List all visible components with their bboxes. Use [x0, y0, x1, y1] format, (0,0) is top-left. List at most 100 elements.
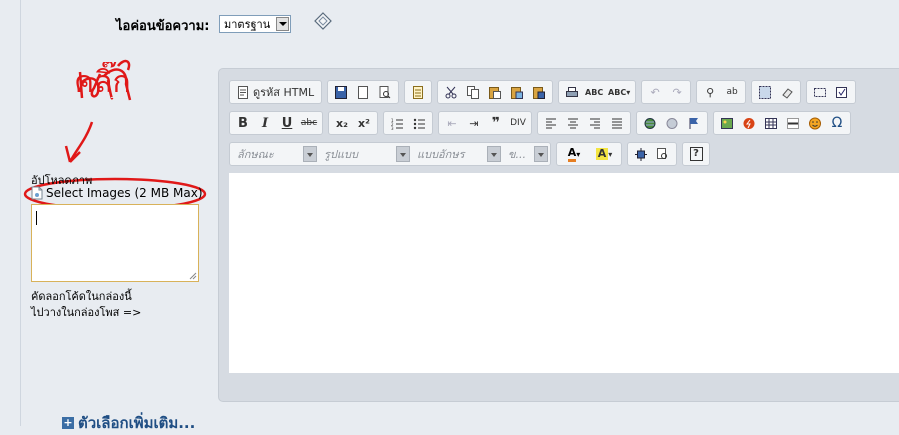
bulleted-list-button[interactable]: [408, 113, 430, 133]
save-button[interactable]: [330, 82, 352, 102]
underline-button[interactable]: U: [276, 113, 298, 133]
size-combo-value: ข...: [505, 145, 534, 163]
flash-icon: [743, 117, 755, 129]
chevron-down-icon[interactable]: [534, 146, 548, 162]
italic-button[interactable]: I: [254, 113, 276, 133]
select-images-label: Select Images (2 MB Max): [46, 186, 203, 200]
undo-icon: ↶: [650, 85, 660, 99]
maximize-button[interactable]: [630, 144, 652, 164]
paste-word-button[interactable]: [528, 82, 550, 102]
unlink-button[interactable]: [661, 113, 683, 133]
div-icon: DIV: [510, 118, 526, 128]
annotation-text-graphic: คลิ๊ก: [74, 62, 131, 100]
cut-button[interactable]: [440, 82, 462, 102]
templates-button[interactable]: [407, 82, 429, 102]
find-icon: ⚲: [706, 85, 715, 99]
post-icon-select[interactable]: มาตรฐาน: [219, 15, 291, 33]
chevron-down-icon[interactable]: [303, 146, 317, 162]
image-button[interactable]: [716, 113, 738, 133]
text-caret: [36, 211, 37, 225]
bold-button[interactable]: B: [232, 113, 254, 133]
size-combo[interactable]: ข...: [505, 144, 548, 164]
resize-grip-icon[interactable]: [189, 272, 197, 280]
indent-icon: ⇥: [469, 116, 479, 130]
form-button[interactable]: [809, 82, 831, 102]
strikethrough-button[interactable]: abc: [298, 113, 320, 133]
redo-button[interactable]: ↷: [666, 82, 688, 102]
flag-icon: [689, 117, 698, 129]
special-char-button[interactable]: Ω: [826, 113, 848, 133]
numbered-list-button[interactable]: 123: [386, 113, 408, 133]
text-color-button[interactable]: A ▾: [559, 144, 589, 164]
undo-button[interactable]: ↶: [644, 82, 666, 102]
select-images-button[interactable]: Select Images (2 MB Max): [31, 186, 203, 200]
align-right-button[interactable]: [584, 113, 606, 133]
print-button[interactable]: [561, 82, 583, 102]
more-options-link[interactable]: + ตัวเลือกเพิ่มเติม...: [62, 411, 195, 435]
table-button[interactable]: [760, 113, 782, 133]
new-page-button[interactable]: [352, 82, 374, 102]
font-combo[interactable]: แบบอักษร: [414, 144, 501, 164]
spellcheck-as-you-type-button[interactable]: ABC▾: [605, 82, 633, 102]
anchor-button[interactable]: [683, 113, 705, 133]
save-icon: [335, 85, 348, 99]
chevron-down-icon[interactable]: [487, 146, 501, 162]
chevron-down-icon[interactable]: [396, 146, 410, 162]
plus-icon: +: [62, 416, 74, 429]
replace-button[interactable]: ab: [721, 82, 743, 102]
style-combo[interactable]: ลักษณะ: [234, 144, 317, 164]
more-options-label: ตัวเลือกเพิ่มเติม...: [78, 414, 196, 432]
div-button[interactable]: DIV: [507, 113, 529, 133]
editor-content-area[interactable]: [229, 173, 899, 373]
copy-code-hint: คัดลอกโค้ดในกล่องนี้ ไปวางในกล่องโพส =>: [31, 289, 141, 321]
format-combo[interactable]: รูปแบบ: [321, 144, 410, 164]
paste-button[interactable]: [484, 82, 506, 102]
hint-line-2: ไปวางในกล่องโพส =>: [31, 306, 142, 319]
maximize-icon: [635, 147, 647, 161]
annotation-text-glyphs: คลิ๊ก: [74, 62, 131, 100]
align-left-button[interactable]: [540, 113, 562, 133]
indent-button[interactable]: ⇥: [463, 113, 485, 133]
hint-line-1: คัดลอกโค้ดในกล่องนี้: [31, 290, 132, 303]
about-button[interactable]: ?: [685, 144, 707, 164]
justify-button[interactable]: [606, 113, 628, 133]
paste-icon: [489, 86, 502, 99]
preview-icon: [379, 85, 391, 98]
style-combo-value: ลักษณะ: [234, 145, 303, 163]
paste-text-button[interactable]: [506, 82, 528, 102]
link-button[interactable]: [639, 113, 661, 133]
outdent-button[interactable]: ⇤: [441, 113, 463, 133]
show-blocks-button[interactable]: [652, 144, 674, 164]
blockquote-button[interactable]: ❞: [485, 113, 507, 133]
horizontal-rule-button[interactable]: [782, 113, 804, 133]
superscript-button[interactable]: x²: [353, 113, 375, 133]
align-center-button[interactable]: [562, 113, 584, 133]
preview-button[interactable]: [374, 82, 396, 102]
numbered-list-icon: 123: [391, 118, 403, 130]
subscript-button[interactable]: x₂: [331, 113, 353, 133]
help-icon: ?: [689, 147, 703, 161]
remove-format-button[interactable]: [776, 82, 798, 102]
chevron-down-icon[interactable]: [276, 17, 289, 31]
checkbox-icon: [836, 86, 848, 98]
source-html-button[interactable]: ดูรหัส HTML: [232, 82, 319, 102]
flash-button[interactable]: [738, 113, 760, 133]
background-color-button[interactable]: A ▾: [589, 144, 619, 164]
bulleted-list-icon: [413, 118, 425, 129]
align-left-icon: [546, 118, 556, 128]
image-code-textarea[interactable]: [31, 204, 199, 282]
find-button[interactable]: ⚲: [699, 82, 721, 102]
post-icon-selected-value: มาตรฐาน: [224, 18, 271, 31]
select-all-button[interactable]: [754, 82, 776, 102]
table-icon: [765, 117, 777, 129]
format-combo-value: รูปแบบ: [321, 145, 396, 163]
rich-text-editor: ดูรหัส HTML ABC ABC▾ ↶ ↷ ⚲ ab B I U abc …: [218, 68, 899, 402]
background-color-icon: A: [595, 147, 609, 160]
copy-button[interactable]: [462, 82, 484, 102]
smiley-button[interactable]: [804, 113, 826, 133]
justify-icon: [612, 118, 622, 128]
unlink-icon: [666, 117, 678, 129]
subscript-icon: x₂: [336, 116, 348, 130]
checkbox-button[interactable]: [831, 82, 853, 102]
spellcheck-button[interactable]: ABC: [583, 82, 605, 102]
